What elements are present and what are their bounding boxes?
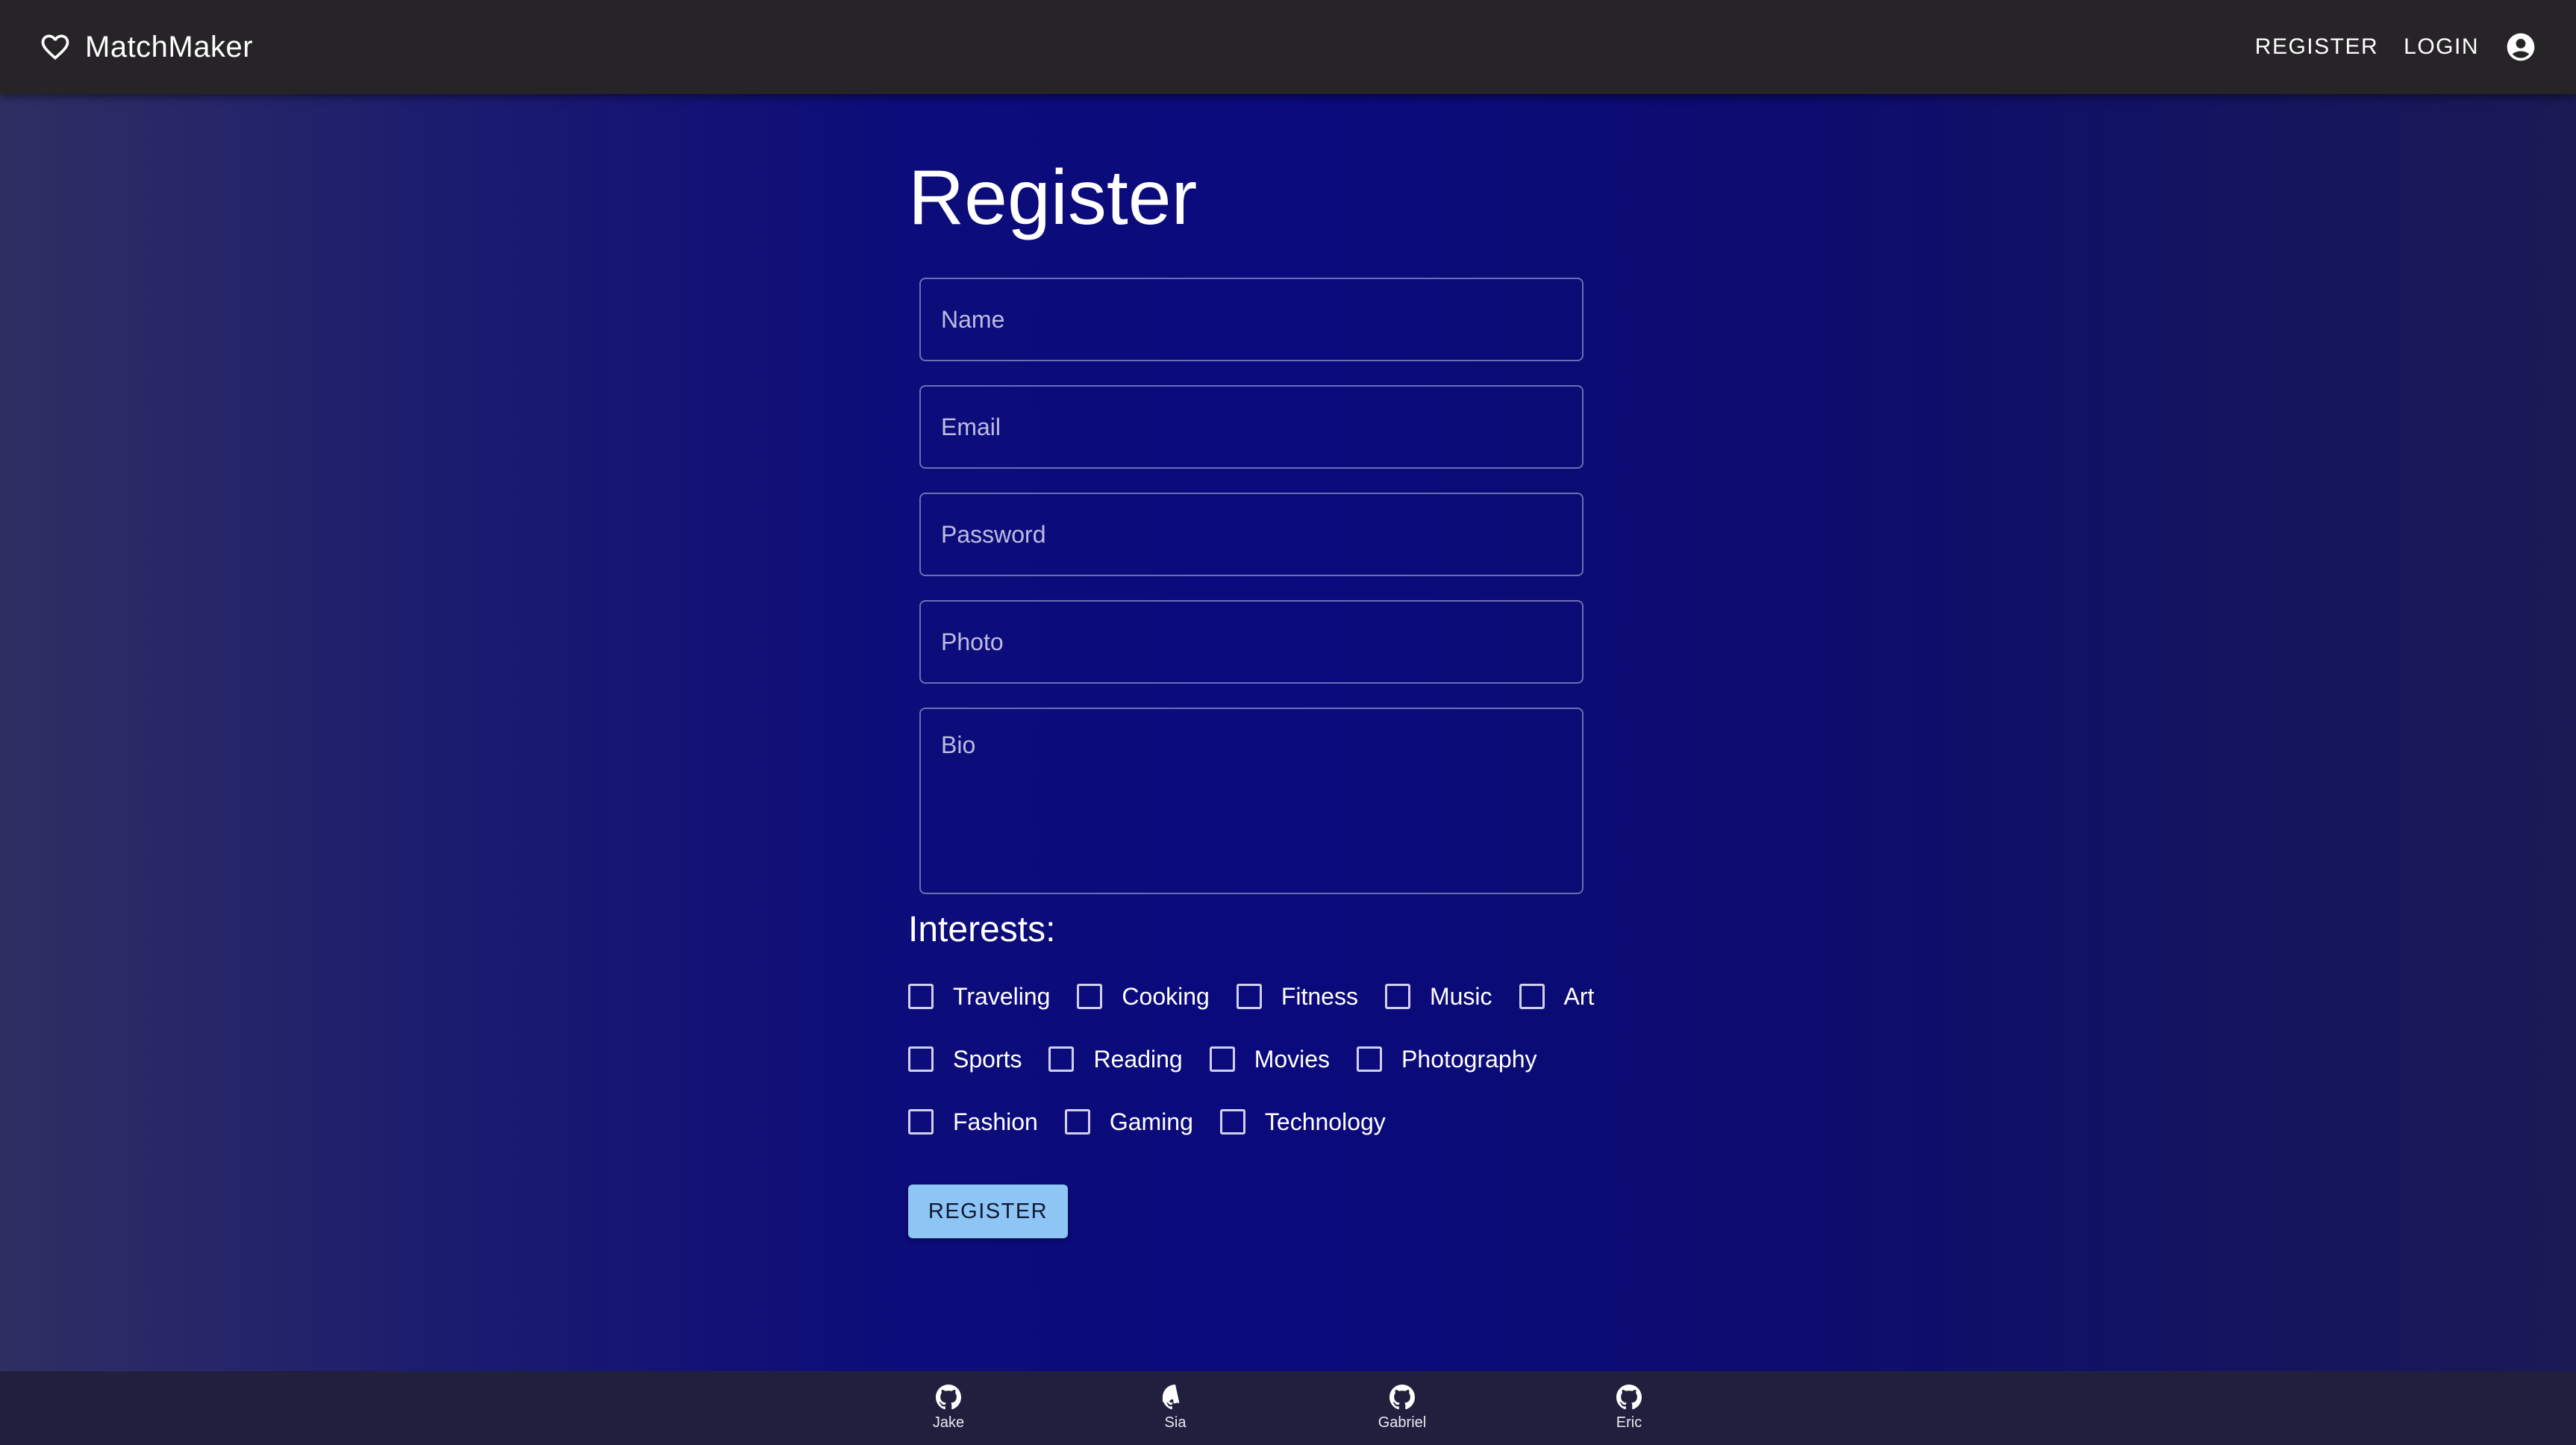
page-title: Register — [908, 155, 1198, 241]
interest-checkbox-fitness[interactable]: Fitness — [1236, 982, 1358, 1011]
interest-checkbox-fashion[interactable]: Fashion — [908, 1108, 1038, 1136]
github-icon — [1616, 1385, 1642, 1410]
checkbox-box[interactable] — [1048, 1046, 1075, 1072]
interest-checkbox-music[interactable]: Music — [1384, 982, 1492, 1011]
interest-label: Fashion — [953, 1108, 1038, 1135]
checkbox-box[interactable] — [1519, 984, 1545, 1009]
interest-label: Technology — [1264, 1108, 1386, 1135]
app-bar: MatchMaker REGISTER LOGIN — [0, 0, 2576, 94]
email-input[interactable] — [921, 387, 1582, 467]
name-input[interactable] — [921, 279, 1582, 360]
heart-outline-icon — [39, 31, 72, 63]
interests-row-2: Sports Reading Movies Photography — [908, 1028, 1595, 1090]
interest-label: Sports — [953, 1045, 1022, 1073]
photo-field-container — [919, 600, 1584, 684]
photo-input[interactable] — [921, 602, 1582, 682]
register-submit-button[interactable]: REGISTER — [908, 1185, 1068, 1238]
interest-label: Music — [1429, 982, 1492, 1010]
password-input[interactable] — [921, 494, 1582, 575]
checkbox-box[interactable] — [1236, 984, 1262, 1009]
contributor-name: Gabriel — [1378, 1414, 1427, 1431]
github-icon — [936, 1385, 961, 1410]
bio-textarea[interactable] — [921, 709, 1582, 893]
interests-row-1: Traveling Cooking Fitness Music Art — [908, 965, 1595, 1028]
brand-name: MatchMaker — [85, 30, 254, 63]
interests-heading: Interests: — [908, 910, 1056, 949]
interest-checkbox-gaming[interactable]: Gaming — [1064, 1108, 1193, 1136]
interest-checkbox-traveling[interactable]: Traveling — [908, 983, 1050, 1011]
checkbox-box[interactable] — [1357, 1046, 1383, 1072]
name-field-container — [919, 278, 1584, 361]
nav-register-link[interactable]: REGISTER — [2255, 34, 2378, 60]
password-field-container — [919, 493, 1584, 576]
interest-label: Fitness — [1281, 982, 1358, 1010]
interest-checkbox-sports[interactable]: Sports — [908, 1046, 1022, 1073]
top-nav: REGISTER LOGIN — [2255, 31, 2537, 63]
checkbox-box[interactable] — [1064, 1109, 1090, 1135]
contributor-name: Sia — [1164, 1414, 1187, 1431]
interest-checkbox-movies[interactable]: Movies — [1209, 1045, 1331, 1073]
interest-label: Photography — [1401, 1045, 1537, 1073]
checkbox-box[interactable] — [1219, 1109, 1245, 1135]
interest-label: Movies — [1254, 1045, 1331, 1073]
contributor-link-sia[interactable]: Sia — [1131, 1385, 1220, 1432]
contributor-link-eric[interactable]: Eric — [1584, 1385, 1674, 1432]
contributor-name: Jake — [932, 1414, 965, 1431]
interest-checkbox-technology[interactable]: Technology — [1219, 1108, 1386, 1136]
email-field-container — [919, 385, 1584, 469]
interest-checkbox-photography[interactable]: Photography — [1357, 1045, 1537, 1073]
interest-label: Gaming — [1109, 1108, 1193, 1135]
interest-label: Reading — [1093, 1045, 1183, 1073]
checkbox-box[interactable] — [1384, 984, 1410, 1009]
interest-label: Art — [1563, 982, 1595, 1010]
checkbox-box[interactable] — [1209, 1046, 1235, 1072]
nav-login-link[interactable]: LOGIN — [2404, 34, 2479, 60]
bio-field-container — [919, 708, 1584, 894]
contributor-link-gabriel[interactable]: Gabriel — [1357, 1385, 1447, 1432]
checkbox-box[interactable] — [908, 984, 934, 1009]
interests-row-3: Fashion Gaming Technology — [908, 1090, 1595, 1153]
account-circle-icon[interactable] — [2504, 31, 2537, 63]
brand[interactable]: MatchMaker — [39, 31, 253, 64]
interest-label: Cooking — [1122, 982, 1210, 1010]
interest-checkbox-reading[interactable]: Reading — [1048, 1045, 1183, 1073]
checkbox-box[interactable] — [908, 1109, 934, 1135]
contributor-link-jake[interactable]: Jake — [904, 1385, 993, 1432]
interest-label: Traveling — [953, 982, 1051, 1010]
register-form: Register Interests: Traveling Cooking Fi… — [908, 149, 1595, 1238]
contributor-name: Eric — [1616, 1414, 1642, 1431]
github-icon — [1389, 1385, 1415, 1410]
checkbox-box[interactable] — [1077, 984, 1103, 1009]
github-icon — [1163, 1385, 1188, 1410]
footer: Jake Sia Gabriel Eric — [0, 1371, 2576, 1445]
interest-checkbox-art[interactable]: Art — [1519, 982, 1595, 1011]
interest-checkbox-cooking[interactable]: Cooking — [1077, 982, 1210, 1011]
checkbox-box[interactable] — [908, 1046, 934, 1072]
